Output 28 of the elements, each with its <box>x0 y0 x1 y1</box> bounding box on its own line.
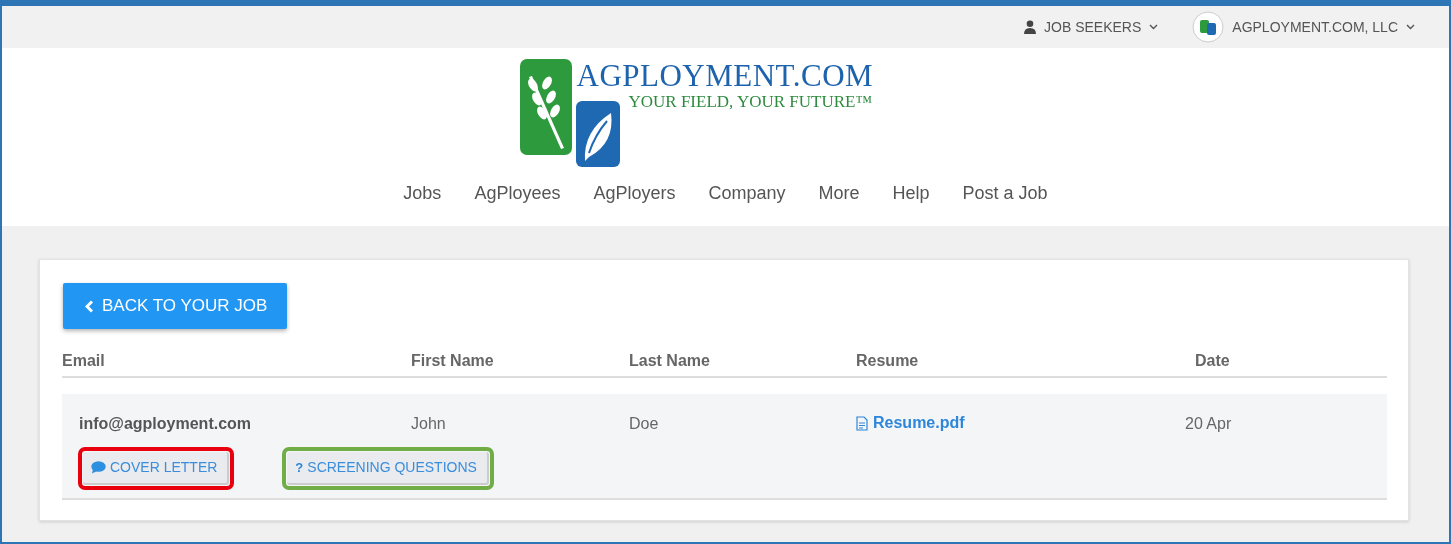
account-menu[interactable]: JOB SEEKERS <box>1024 19 1159 35</box>
chevron-down-icon <box>1149 24 1159 30</box>
nav-link[interactable]: Help <box>892 183 930 204</box>
table-cell-text: 20 Apr <box>1184 415 1233 434</box>
brand-name: AGPLOYMENT.COM <box>576 59 874 93</box>
user-icon <box>1024 20 1037 34</box>
nav-link[interactable]: AgPloyees <box>474 183 561 204</box>
account-menu[interactable]: AGPLOYMENT.COM, LLC <box>1192 11 1415 43</box>
column-header: Email <box>62 352 106 370</box>
column-header: Resume <box>856 352 920 370</box>
column-header: Date <box>1194 352 1231 370</box>
question-mark-icon: ? <box>295 459 304 475</box>
speech-bubble-icon <box>91 460 106 474</box>
tagline: YOUR FIELD, YOUR FUTURE™ <box>628 93 873 110</box>
company-logo-icon <box>1192 11 1225 43</box>
column-header: First Name <box>410 352 495 370</box>
email-cell-text: info@agployment.com <box>78 415 253 434</box>
table-cell-text: John <box>410 415 447 434</box>
nav-link[interactable]: Company <box>708 183 786 204</box>
chevron-down-icon <box>1406 24 1415 30</box>
nav-link[interactable]: More <box>818 183 860 204</box>
nav-link[interactable]: AgPloyers <box>593 183 676 204</box>
document-icon <box>856 415 868 431</box>
chevron-left-icon <box>85 299 94 313</box>
nav-link[interactable]: Post a Job <box>962 183 1048 204</box>
column-header: Last Name <box>629 352 711 370</box>
nav-link[interactable]: Jobs <box>403 183 442 204</box>
table-cell-text: Doe <box>629 415 660 434</box>
